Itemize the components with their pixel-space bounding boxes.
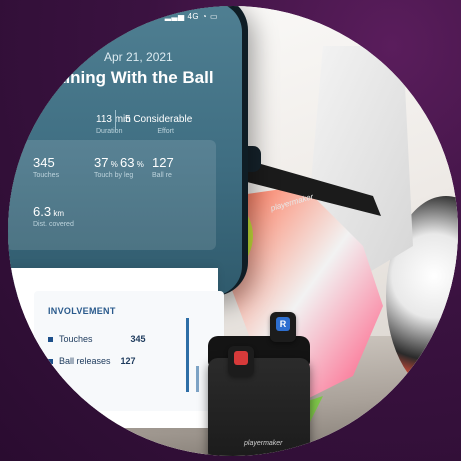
involvement-row-ball-releases: Ball releases 127 xyxy=(48,356,136,366)
row-value: 345 xyxy=(130,334,146,344)
battery-icon: ▭ xyxy=(209,12,218,21)
touch-by-leg-left: 37 xyxy=(94,155,109,170)
right-sensor-label: R xyxy=(276,317,290,331)
wifi-icon: ◔ xyxy=(201,12,208,21)
left-sensor-tag xyxy=(234,351,248,365)
sensor-right: R xyxy=(270,312,296,342)
network-label: 4G xyxy=(187,12,200,21)
row-value: 127 xyxy=(120,356,136,366)
involvement-row-touches: Touches 345 xyxy=(48,334,146,344)
touch-by-leg-right: 63 xyxy=(120,155,135,170)
touch-by-leg-metric: 37 % 63 % Touch by leg xyxy=(94,155,144,179)
distance-value: 6.3 xyxy=(33,204,52,219)
sensor-left xyxy=(228,346,254,376)
status-bar: ▂▃▅ 4G ◔ ▭ xyxy=(165,12,218,21)
touches-metric: 345 Touches xyxy=(33,155,59,179)
phone-screen: ▂▃▅ 4G ◔ ▭ Apr 21, 2021 aining With the … xyxy=(8,6,242,296)
ball-releases-label: Ball re xyxy=(152,172,172,179)
involvement-bar-primary xyxy=(186,318,189,392)
ball-releases-metric: 127 Ball re xyxy=(152,155,174,179)
row-label: Ball releases xyxy=(59,356,111,366)
session-title: aining With the Ball xyxy=(56,68,214,87)
signal-icon: ▂▃▅ xyxy=(164,12,185,21)
effort-stat: 5 Considerable Effort xyxy=(125,114,192,135)
distance-unit: km xyxy=(53,209,64,218)
stat-divider xyxy=(115,110,116,132)
product-photo: playermaker ▂▃▅ 4G ◔ ▭ Apr 21, 2021 aini… xyxy=(0,0,461,461)
phone: ▂▃▅ 4G ◔ ▭ Apr 21, 2021 aining With the … xyxy=(8,6,248,296)
effort-label: Effort xyxy=(157,128,174,135)
distance-label: Dist. covered xyxy=(33,221,74,228)
touch-by-leg-label: Touch by leg xyxy=(94,172,134,179)
touches-label: Touches xyxy=(33,172,60,179)
bullet-icon xyxy=(48,359,53,365)
involvement-bar-secondary xyxy=(196,366,199,392)
ball-releases-value: 127 xyxy=(152,155,174,170)
case-brand: playermaker xyxy=(244,440,283,447)
distance-metric: 6.3 km Dist. covered xyxy=(33,204,74,228)
bullet-icon xyxy=(48,337,53,343)
session-date: Apr 21, 2021 xyxy=(104,50,173,64)
row-label: Touches xyxy=(59,334,93,344)
circular-frame: playermaker ▂▃▅ 4G ◔ ▭ Apr 21, 2021 aini… xyxy=(8,6,458,456)
effort-value: 5 Considerable xyxy=(125,114,193,125)
involvement-heading: INVOLVEMENT xyxy=(48,306,116,316)
touches-value: 345 xyxy=(33,155,55,170)
